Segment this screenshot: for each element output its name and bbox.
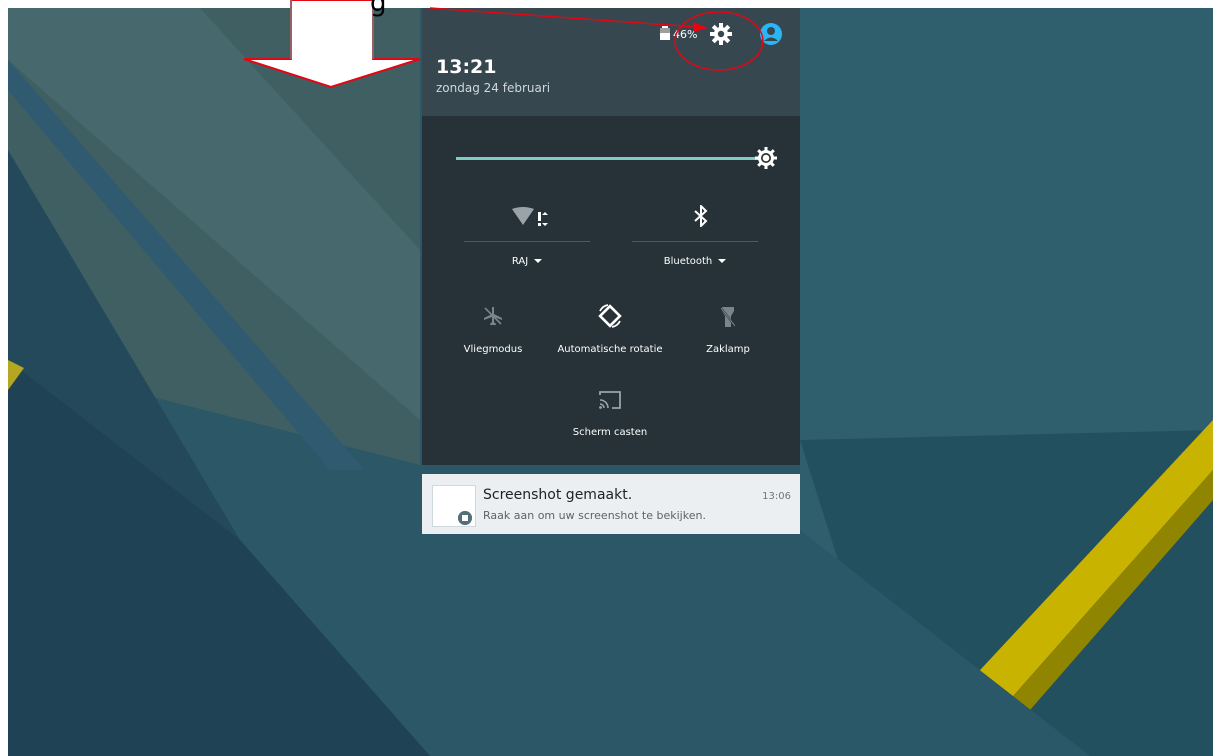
screenshot-notification[interactable]: Screenshot gemaakt. 13:06 Raak aan om uw…	[422, 474, 800, 534]
wifi-no-internet-icon[interactable]	[512, 207, 552, 229]
auto-rotate-icon[interactable]	[596, 302, 624, 330]
wifi-tile[interactable]: RAJ	[464, 256, 590, 267]
clock-time[interactable]: 13:21	[436, 56, 496, 78]
bluetooth-icon[interactable]	[694, 205, 708, 227]
user-avatar-icon[interactable]	[759, 22, 783, 46]
annotation-text: g	[370, 0, 387, 18]
flashlight-label[interactable]: Zaklamp	[678, 344, 778, 355]
auto-rotate-label[interactable]: Automatische rotatie	[540, 344, 680, 355]
wifi-label: RAJ	[511, 256, 529, 267]
chevron-down-icon	[718, 259, 727, 263]
bluetooth-divider	[632, 241, 758, 242]
notification-time: 13:06	[762, 491, 791, 502]
screenshot-icon	[458, 511, 472, 525]
notification-shade-header: 46% 13:21 zondag 24 februari	[422, 8, 800, 116]
chevron-down-icon	[534, 259, 543, 263]
bluetooth-tile[interactable]: Bluetooth	[632, 256, 758, 267]
bluetooth-label: Bluetooth	[663, 256, 713, 267]
brightness-slider-track[interactable]	[456, 157, 759, 160]
quick-settings-panel: RAJ Bluetooth Vliegmodus Automatische ro…	[422, 116, 800, 465]
airplane-mode-icon[interactable]	[483, 306, 503, 326]
settings-gear-icon[interactable]	[709, 22, 733, 46]
notification-title: Screenshot gemaakt.	[483, 487, 633, 503]
cast-screen-label[interactable]: Scherm casten	[540, 427, 680, 438]
brightness-thumb-icon[interactable]	[754, 146, 778, 170]
date-label[interactable]: zondag 24 februari	[436, 81, 550, 95]
cast-icon[interactable]	[598, 390, 622, 410]
battery-icon	[660, 26, 670, 40]
battery-percentage: 46%	[673, 28, 698, 41]
notification-text: Raak aan om uw screenshot te bekijken.	[483, 509, 706, 522]
wifi-divider	[464, 241, 590, 242]
flashlight-icon[interactable]	[721, 306, 735, 328]
airplane-mode-label[interactable]: Vliegmodus	[438, 344, 548, 355]
